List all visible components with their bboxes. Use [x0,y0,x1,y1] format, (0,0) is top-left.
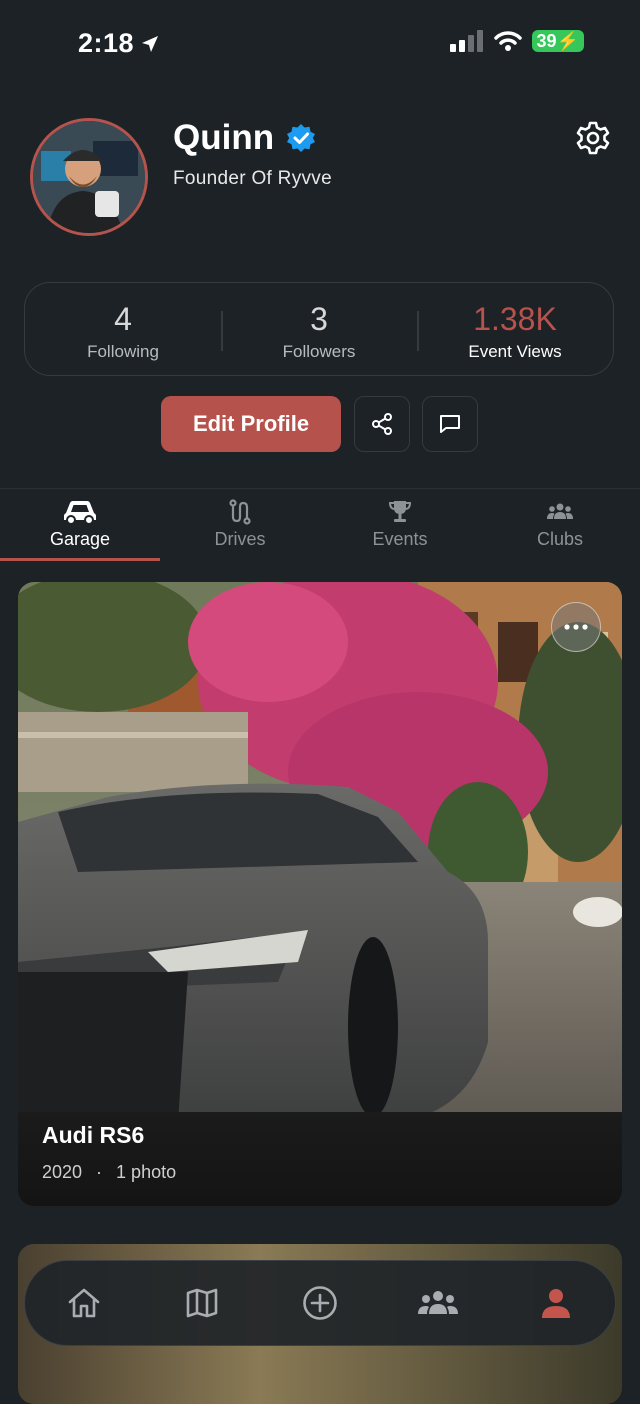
verified-badge-icon [287,124,316,152]
avatar-photo [33,121,145,233]
photo-count: 1 photo [116,1162,177,1182]
bottom-nav [24,1260,616,1346]
status-indicators: 39⚡ [449,30,584,52]
tab-drives[interactable]: Drives [160,489,320,561]
profile-tabs: Garage Drives Events Clubs [0,488,640,561]
nav-map[interactable] [172,1273,232,1333]
avatar[interactable] [30,118,148,236]
gear-icon [576,121,610,155]
group-icon [547,503,573,519]
nav-home[interactable] [54,1273,114,1333]
route-icon [229,499,251,525]
stat-following[interactable]: 4 Following [25,283,221,375]
car-photo [18,582,622,1122]
wifi-icon [493,31,522,51]
stat-event-views: 1.38K Event Views [417,283,613,375]
battery-indicator: 39⚡ [531,30,584,52]
edit-profile-button[interactable]: Edit Profile [161,396,341,452]
chat-bubble-icon [440,415,460,433]
stat-followers[interactable]: 3 Followers [221,283,417,375]
location-arrow-icon [142,35,159,52]
message-button[interactable] [422,396,478,452]
map-icon [186,1288,218,1318]
home-icon [68,1288,100,1318]
tab-clubs[interactable]: Clubs [480,489,640,561]
meta-separator: · [96,1162,103,1182]
car-name: Audi RS6 [42,1122,145,1148]
add-icon [303,1286,337,1320]
car-year: 2020 [42,1162,83,1182]
tab-garage[interactable]: Garage [0,489,160,561]
profile-name: Quinn [173,118,316,158]
nav-add[interactable] [290,1273,350,1333]
stats-panel: 4 Following 3 Followers 1.38K Event View… [24,282,614,376]
nav-profile[interactable] [526,1273,586,1333]
tab-events[interactable]: Events [320,489,480,561]
car-icon [64,501,96,525]
ellipsis-icon [564,624,588,630]
more-options-button[interactable] [551,602,601,652]
garage-card[interactable]: Audi RS6 2020 · 1 photo [18,582,622,1206]
settings-button[interactable] [575,120,611,156]
trophy-icon [388,501,412,522]
share-icon [372,413,392,435]
community-icon [418,1291,458,1314]
status-time: 2:18 [78,28,160,59]
signal-icon [449,30,483,52]
profile-subtitle: Founder Of Ryvve [173,168,332,189]
nav-community[interactable] [408,1273,468,1333]
car-meta: 2020 · 1 photo [42,1162,176,1183]
share-button[interactable] [354,396,410,452]
profile-icon [542,1289,570,1318]
